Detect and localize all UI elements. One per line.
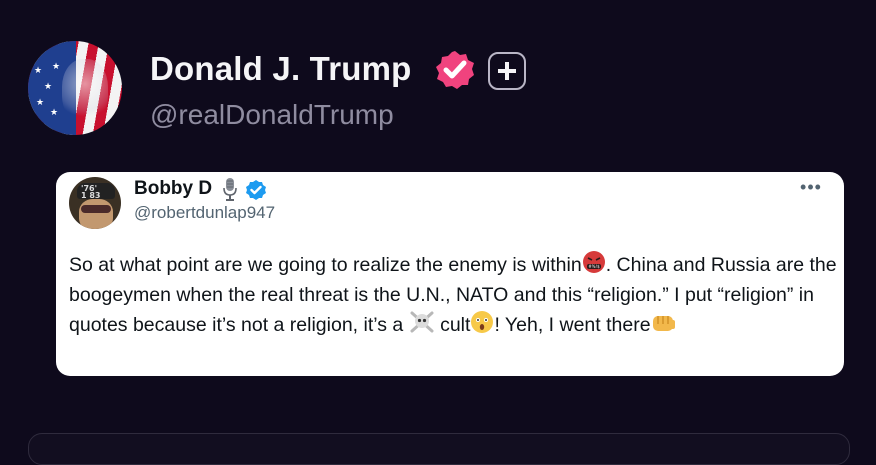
post-text-segment: So at what point are we going to realize… [69, 254, 582, 276]
verified-badge-icon [436, 51, 474, 89]
astonished-face-emoji [471, 311, 494, 333]
avatar-star: ★ [52, 61, 61, 71]
svg-text:#%!$: #%!$ [588, 264, 600, 269]
subscribe-button[interactable] [488, 52, 526, 90]
verified-badge-icon [246, 180, 266, 200]
quoted-post-author-name[interactable]: Bobby D [134, 178, 212, 200]
avatar-sunglasses [81, 205, 111, 213]
post-text-segment: ! Yeh, I went there [494, 314, 651, 336]
avatar-star: ★ [44, 81, 53, 91]
avatar-cap-text: '76' 1 83 [81, 184, 101, 200]
avatar-star: ★ [36, 97, 45, 107]
display-name[interactable]: Donald J. Trump [150, 50, 412, 88]
reply-composer-bar[interactable] [28, 433, 850, 465]
more-options-icon[interactable]: ••• [800, 178, 822, 200]
microphone-icon [223, 178, 237, 201]
quoted-post-card[interactable]: '76' 1 83 Bobby D @robertdunlap947 ••• So… [56, 172, 844, 376]
quoted-post-text: So at what point are we going to realize… [69, 250, 839, 340]
avatar-face [79, 199, 113, 229]
quoted-post-avatar[interactable]: '76' 1 83 [69, 177, 121, 229]
post-text-segment: cult [434, 314, 471, 336]
plus-icon [498, 62, 516, 80]
avatar-face [62, 59, 108, 121]
angry-cursing-face-emoji: #%!$ [582, 251, 605, 273]
fist-emoji [652, 316, 675, 331]
avatar-star: ★ [50, 107, 59, 117]
avatar-star: ★ [34, 65, 43, 75]
user-handle[interactable]: @realDonaldTrump [150, 99, 394, 131]
quoted-post-author-handle[interactable]: @robertdunlap947 [134, 203, 275, 223]
skull-crossbones-emoji [410, 311, 434, 333]
profile-avatar[interactable]: ★ ★ ★ ★ ★ [28, 41, 122, 135]
